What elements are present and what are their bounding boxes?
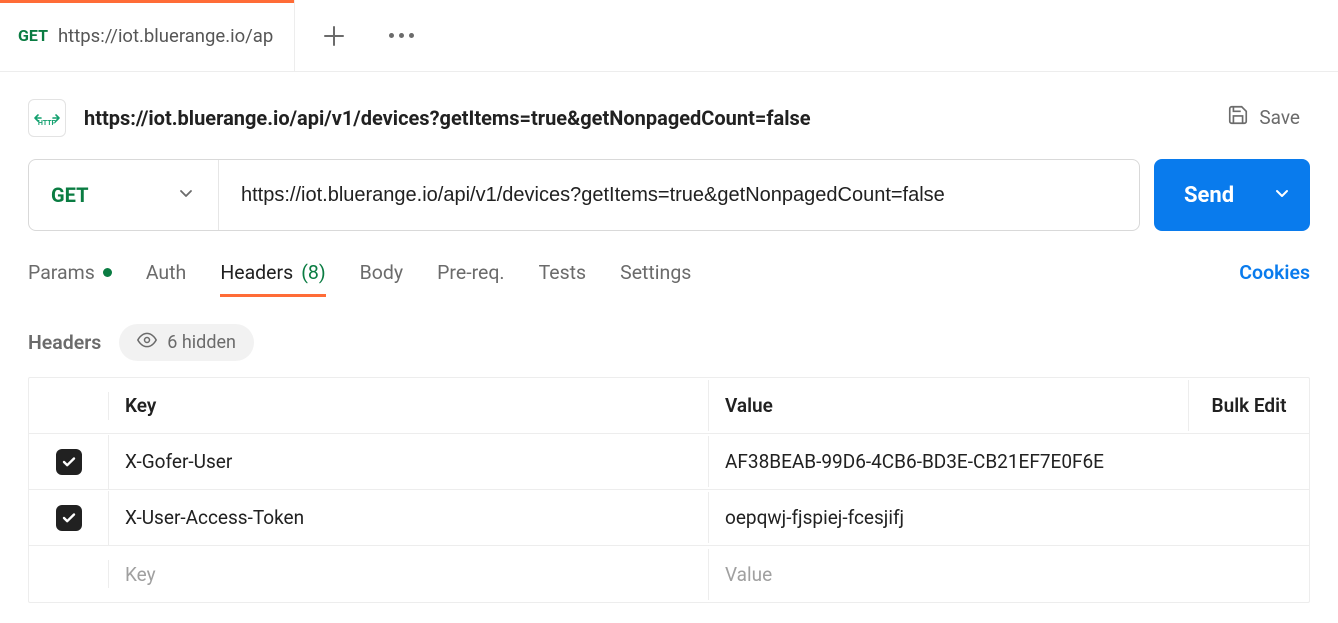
tab-settings[interactable]: Settings xyxy=(620,261,691,296)
row-key-placeholder[interactable]: Key xyxy=(109,549,709,600)
request-title[interactable]: https://iot.bluerange.io/api/v1/devices?… xyxy=(84,106,1217,130)
row-key[interactable]: X-User-Access-Token xyxy=(109,492,709,543)
tab-prereq[interactable]: Pre-req. xyxy=(437,261,504,296)
tab-auth[interactable]: Auth xyxy=(146,261,187,296)
save-icon xyxy=(1227,104,1249,131)
col-value: Value xyxy=(709,380,1189,431)
table-row-empty: Key Value xyxy=(29,546,1309,602)
url-input[interactable] xyxy=(219,160,1139,230)
cookies-link[interactable]: Cookies xyxy=(1239,261,1310,296)
hidden-label: 6 hidden xyxy=(167,332,236,353)
headers-section-bar: Headers 6 hidden xyxy=(0,296,1338,377)
save-button[interactable]: Save xyxy=(1217,98,1310,137)
hidden-headers-toggle[interactable]: 6 hidden xyxy=(119,324,254,361)
tab-method: GET xyxy=(18,26,48,45)
url-box: GET xyxy=(28,159,1140,231)
chevron-down-icon xyxy=(178,185,194,205)
request-subtabs: Params Auth Headers (8) Body Pre-req. Te… xyxy=(0,231,1338,296)
tab-overflow-icon[interactable] xyxy=(389,33,414,38)
row-checkbox[interactable] xyxy=(56,449,82,475)
row-key[interactable]: X-Gofer-User xyxy=(109,436,709,487)
row-value[interactable]: oepqwj-fjspiej-fcesjifj xyxy=(709,492,1189,543)
tab-bar: GET https://iot.bluerange.io/ap xyxy=(0,0,1338,72)
table-row: X-User-Access-Token oepqwj-fjspiej-fcesj… xyxy=(29,490,1309,546)
chevron-down-icon[interactable] xyxy=(1274,185,1290,205)
tab-tests[interactable]: Tests xyxy=(539,261,587,296)
tab-title: https://iot.bluerange.io/ap xyxy=(58,25,276,47)
row-value-placeholder[interactable]: Value xyxy=(709,549,1189,600)
method-label: GET xyxy=(51,183,88,207)
bulk-edit-button[interactable]: Bulk Edit xyxy=(1189,380,1309,431)
new-tab-icon[interactable] xyxy=(323,25,345,47)
tab-headers[interactable]: Headers (8) xyxy=(220,261,325,296)
col-key: Key xyxy=(109,380,709,431)
params-indicator-icon xyxy=(103,268,112,277)
col-checkbox xyxy=(29,392,109,420)
table-header-row: Key Value Bulk Edit xyxy=(29,378,1309,434)
row-checkbox[interactable] xyxy=(56,505,82,531)
http-badge-icon: HTTP xyxy=(28,99,66,137)
method-select[interactable]: GET xyxy=(29,160,219,230)
row-value[interactable]: AF38BEAB-99D6-4CB6-BD3E-CB21EF7E0F6E xyxy=(709,436,1189,487)
tab-body[interactable]: Body xyxy=(360,261,404,296)
eye-icon xyxy=(137,330,157,355)
tab-request[interactable]: GET https://iot.bluerange.io/ap xyxy=(0,0,295,72)
url-row: GET Send xyxy=(0,159,1338,231)
tab-params[interactable]: Params xyxy=(28,261,112,296)
svg-text:HTTP: HTTP xyxy=(38,120,57,127)
save-label: Save xyxy=(1259,106,1300,129)
send-button[interactable]: Send xyxy=(1154,159,1310,231)
headers-table: Key Value Bulk Edit X-Gofer-User AF38BEA… xyxy=(28,377,1310,603)
headers-section-title: Headers xyxy=(28,331,101,354)
table-row: X-Gofer-User AF38BEAB-99D6-4CB6-BD3E-CB2… xyxy=(29,434,1309,490)
send-label: Send xyxy=(1184,183,1234,208)
request-title-row: HTTP https://iot.bluerange.io/api/v1/dev… xyxy=(0,72,1338,159)
